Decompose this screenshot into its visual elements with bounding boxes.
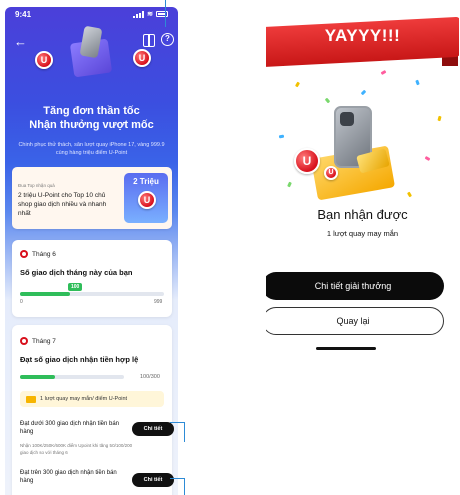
reward-subtitle: 1 lượt quay may mắn [326, 229, 399, 238]
month7-title: Đạt số giao dịch nhận tiền hợp lệ [20, 355, 139, 364]
detail-button-1[interactable]: Chi tiết [132, 422, 174, 436]
month7-label: Tháng 7 [32, 337, 56, 345]
confetti [287, 181, 292, 188]
confetti [360, 89, 367, 96]
prize-coin-icon [138, 191, 156, 209]
callout-line-1-v [184, 422, 185, 442]
month6-axis-max: 999 [154, 299, 163, 305]
month7-progress-track [20, 375, 124, 379]
month6-progress-track [20, 292, 164, 296]
month7-reward-text: 1 lượt quay may mắn/ điểm U-Point [40, 396, 128, 402]
confetti [380, 69, 387, 76]
callout-line-2-v [184, 478, 185, 495]
hero-subtitle: Chinh phục thử thách, săn lượt quay iPho… [18, 142, 165, 156]
reward-title: Bạn nhận được [317, 207, 408, 222]
prize-text: 2 triệu U-Point cho Top 10 chủ shop giao… [18, 192, 107, 217]
month6-header: Tháng 6 [20, 250, 56, 258]
callout-line-top-v [165, 0, 166, 27]
battery-icon [156, 11, 168, 17]
prize-badge: 2 Triệu [124, 173, 168, 223]
callout-line-1 [170, 422, 184, 423]
confetti [324, 97, 331, 104]
month7-condition1: Đạt dưới 300 giao dịch nhận tiền bán hàn… [20, 421, 120, 435]
top-prize-card[interactable]: Đua Top nhận quà 2 triệu U-Point cho Top… [12, 167, 172, 229]
home-indicator [316, 347, 376, 350]
right-phone-screen: YAYYY!!! Bạn nhận được 1 lượt quay may m… [266, 6, 459, 363]
hero-title-line1: Tăng đơn thần tốc [43, 105, 140, 117]
back-button[interactable]: Quay lại [266, 307, 444, 335]
month7-reward-pill: 1 lượt quay may mắn/ điểm U-Point [20, 391, 164, 407]
signal-icon [133, 10, 145, 18]
month6-coin-icon [20, 250, 28, 258]
month6-progress-fill [20, 292, 71, 296]
detail-button-2[interactable]: Chi tiết [132, 473, 174, 487]
prize-small-label: Đua Top nhận quà [18, 183, 55, 188]
coin-icon-left [35, 51, 53, 69]
left-phone-screen: 9:41 ≋ ← ? Tăng đơn thần tốc Nhận thưởng… [5, 7, 178, 495]
confetti [424, 155, 431, 162]
status-time: 9:41 [15, 9, 32, 19]
confetti [406, 191, 413, 198]
gift-icon[interactable] [143, 34, 155, 47]
month6-title: Số giao dịch tháng này của bạn [20, 268, 133, 277]
month7-progress-fill [20, 375, 55, 379]
month7-coin-icon [20, 337, 28, 345]
status-icons: ≋ [133, 10, 168, 18]
callout-line-2 [170, 478, 184, 479]
coin-icon-small [324, 166, 338, 180]
hero-illustration [60, 21, 120, 83]
month6-progress-tooltip: 100 [68, 283, 83, 291]
coin-icon-right [133, 49, 151, 67]
confetti [294, 81, 301, 88]
month6-card: Tháng 6 Số giao dịch tháng này của bạn 1… [12, 240, 172, 317]
prize-detail-button[interactable]: Chi tiết giải thưởng [266, 272, 444, 300]
confetti [437, 115, 442, 122]
month6-axis-min: 0 [20, 299, 23, 305]
confetti [415, 79, 420, 86]
month7-condition1-note: Nhận 100K/250K/600K điểm Upoint khi tăng… [20, 443, 133, 455]
month7-header: Tháng 7 [20, 337, 56, 345]
month6-label: Tháng 6 [32, 250, 56, 258]
ticket-icon [26, 395, 36, 403]
coin-icon-red [294, 148, 320, 174]
month7-condition2: Đạt trên 300 giao dịch nhận tiền bán hàn… [20, 470, 117, 484]
confetti [278, 134, 285, 139]
month7-progress-text: 100/300 [140, 374, 160, 380]
prize-badge-label: 2 Triệu [133, 177, 159, 186]
back-arrow-icon[interactable]: ← [14, 35, 27, 48]
wifi-icon: ≋ [147, 11, 153, 18]
month7-card: Tháng 7 Đạt số giao dịch nhận tiền hợp l… [12, 325, 174, 495]
ribbon-text: YAYYY!!! [324, 26, 401, 45]
help-icon[interactable]: ? [161, 33, 174, 46]
status-bar: 9:41 ≋ [5, 7, 178, 21]
hero-title-line2: Nhận thưởng vượt mốc [29, 119, 154, 131]
